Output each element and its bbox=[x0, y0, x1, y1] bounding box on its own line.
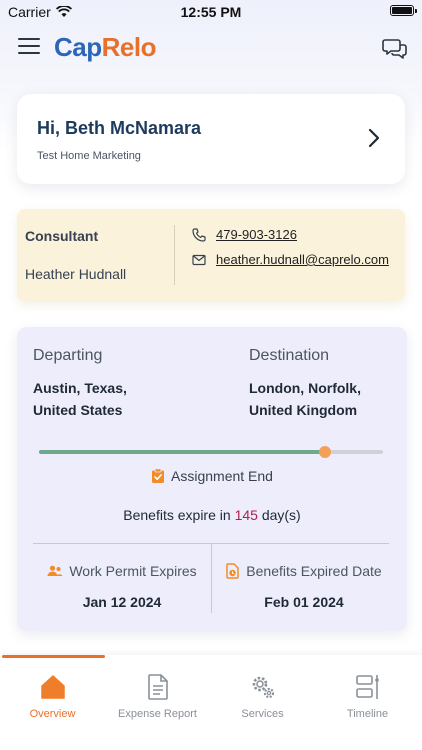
tab-overview-label: Overview bbox=[29, 708, 76, 720]
tab-services-label: Services bbox=[241, 708, 284, 720]
gears-icon bbox=[252, 676, 274, 699]
clock: 12:55 PM bbox=[180, 4, 242, 20]
departing-line-2: United States bbox=[33, 402, 123, 418]
consultant-name: Heather Hudnall bbox=[25, 266, 127, 282]
active-tab-indicator bbox=[2, 655, 105, 658]
clipboard-check-icon bbox=[152, 468, 165, 483]
status-bar: Carrier 12:55 PM bbox=[0, 0, 422, 22]
caprelo-logo: CapRelo bbox=[54, 32, 156, 62]
timeline-icon bbox=[355, 675, 379, 699]
bottom-tab-bar: Overview Expense Report Services Timelin… bbox=[0, 655, 422, 750]
destination-line-1: London, Norfolk, bbox=[249, 380, 361, 396]
tab-expense-report-label: Expense Report bbox=[118, 708, 197, 720]
phone-icon bbox=[192, 227, 206, 242]
tab-overview[interactable]: Overview bbox=[0, 673, 105, 733]
menu-icon[interactable] bbox=[18, 38, 40, 56]
email-link[interactable]: heather.hudnall@caprelo.com bbox=[216, 252, 389, 267]
assignment-end-marker: Assignment End bbox=[17, 468, 407, 484]
file-clock-icon bbox=[226, 563, 240, 579]
profile-card[interactable]: Hi, Beth McNamara Test Home Marketing bbox=[17, 94, 405, 184]
benefits-days-count: 145 bbox=[234, 507, 258, 523]
phone-link[interactable]: 479-903-3126 bbox=[216, 227, 297, 242]
email-contact[interactable]: heather.hudnall@caprelo.com bbox=[192, 252, 389, 267]
benefits-suffix: day(s) bbox=[261, 507, 301, 523]
assignment-card: Departing Austin, Texas, United States D… bbox=[17, 327, 407, 631]
home-icon bbox=[40, 675, 65, 699]
stats-divider-vertical bbox=[211, 543, 212, 613]
benefits-expired-label: Benefits Expired Date bbox=[246, 563, 382, 579]
work-permit-stat: Work Permit Expires bbox=[33, 563, 211, 579]
benefits-expired-stat: Benefits Expired Date bbox=[215, 563, 393, 579]
benefits-expire-text: Benefits expire in 145 day(s) bbox=[17, 507, 407, 523]
assignment-end-label: Assignment End bbox=[171, 468, 273, 484]
chat-icon[interactable] bbox=[382, 36, 408, 60]
app-header: CapRelo bbox=[0, 30, 422, 66]
chevron-right-icon bbox=[368, 128, 380, 148]
greeting-subtitle: Test Home Marketing bbox=[37, 150, 141, 162]
greeting-name: Hi, Beth McNamara bbox=[37, 118, 202, 138]
work-permit-label: Work Permit Expires bbox=[69, 563, 197, 579]
benefits-prefix: Benefits expire in bbox=[123, 507, 231, 523]
progress-knob[interactable] bbox=[318, 446, 331, 458]
tab-services[interactable]: Services bbox=[210, 673, 315, 733]
document-icon bbox=[147, 674, 168, 700]
consultant-label: Consultant bbox=[25, 228, 99, 244]
destination-label: Destination bbox=[249, 347, 330, 364]
consultant-divider bbox=[174, 225, 175, 285]
assignment-progress-bar bbox=[39, 446, 383, 458]
departing-location: Austin, Texas, United States bbox=[33, 377, 127, 421]
tab-timeline[interactable]: Timeline bbox=[315, 673, 420, 733]
progress-fill bbox=[39, 450, 325, 454]
mail-icon bbox=[192, 254, 206, 265]
work-permit-date: Jan 12 2024 bbox=[82, 594, 162, 610]
consultant-card: Consultant Heather Hudnall 479-903-3126 … bbox=[17, 209, 405, 301]
departing-label: Departing bbox=[33, 347, 103, 364]
users-icon bbox=[47, 565, 63, 576]
departing-line-1: Austin, Texas, bbox=[33, 380, 127, 396]
tab-expense-report[interactable]: Expense Report bbox=[105, 673, 210, 733]
destination-location: London, Norfolk, United Kingdom bbox=[249, 377, 361, 421]
benefits-expired-date: Feb 01 2024 bbox=[264, 594, 344, 610]
destination-line-2: United Kingdom bbox=[249, 402, 358, 418]
battery-icon bbox=[390, 5, 417, 16]
phone-contact[interactable]: 479-903-3126 bbox=[192, 227, 297, 242]
tab-timeline-label: Timeline bbox=[346, 708, 389, 720]
